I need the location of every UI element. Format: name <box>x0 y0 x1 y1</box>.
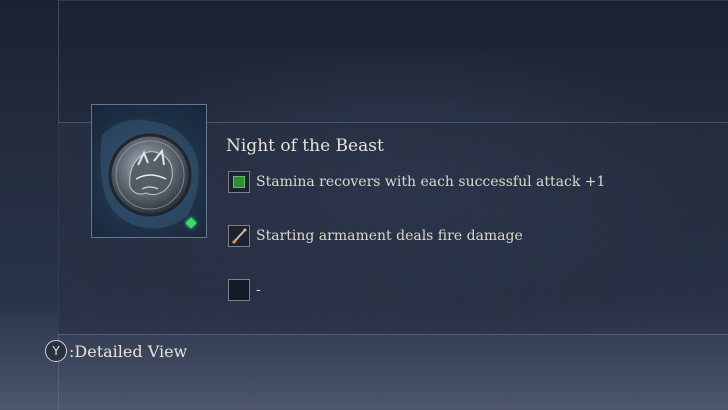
effect-text-2: Starting armament deals fire damage <box>256 228 523 244</box>
effect-text-1: Stamina recovers with each successful at… <box>256 174 606 190</box>
y-button-icon[interactable]: Y <box>45 340 67 362</box>
empty-slot-icon <box>228 279 250 301</box>
frame-top-line <box>58 0 728 1</box>
sword-fire-icon <box>228 225 250 247</box>
effect-row-2: Starting armament deals fire damage <box>228 224 523 248</box>
effect-text-3: - <box>256 282 261 298</box>
detailed-view-hint[interactable]: Y :Detailed View <box>45 340 187 362</box>
panel-divider <box>58 334 728 335</box>
stamina-icon <box>228 171 250 193</box>
effect-row-3: - <box>228 278 261 302</box>
detailed-view-label: :Detailed View <box>69 341 188 361</box>
item-title: Night of the Beast <box>226 136 384 156</box>
effect-row-1: Stamina recovers with each successful at… <box>228 170 605 194</box>
